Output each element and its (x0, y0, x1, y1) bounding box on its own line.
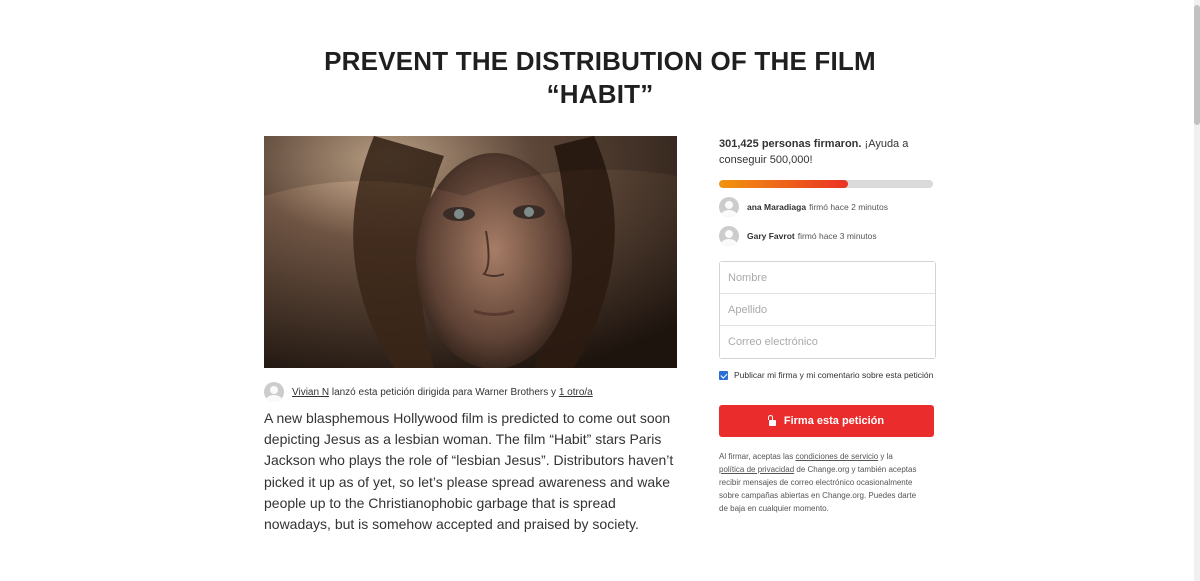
petition-hero-image (264, 136, 677, 368)
publish-checkbox[interactable] (719, 371, 728, 380)
privacy-policy-link[interactable]: política de privacidad (719, 465, 794, 474)
page-scrollbar[interactable] (1194, 0, 1200, 581)
starter-name-link[interactable]: Vivian N (292, 387, 329, 398)
scrollbar-thumb[interactable] (1194, 5, 1200, 125)
signature-panel: 301,425 personas firmaron. ¡Ayuda a cons… (719, 136, 934, 246)
recent-signer: ana Maradiaga firmó hace 2 minutos (719, 197, 934, 217)
petition-description: A new blasphemous Hollywood film is pred… (264, 410, 674, 533)
petition-title-line1: PREVENT THE DISTRIBUTION OF THE FILM (324, 46, 876, 77)
sign-petition-button[interactable]: Firma esta petición (719, 405, 934, 437)
signer-name: Gary Favrot (747, 231, 795, 241)
decision-makers-link[interactable]: 1 otro/a (559, 387, 593, 398)
sign-form (719, 261, 936, 359)
legal-notice: Al firmar, aceptas las condiciones de se… (719, 450, 919, 515)
legal-text-1: Al firmar, aceptas las (719, 452, 796, 461)
sign-button-label: Firma esta petición (783, 415, 885, 427)
signer-avatar (719, 226, 739, 246)
petition-starter: Vivian N lanzó esta petición dirigida pa… (264, 382, 694, 402)
lock-icon (768, 414, 776, 426)
signer-time: firmó hace 2 minutos (809, 202, 888, 212)
recent-signer: Gary Favrot firmó hace 3 minutos (719, 226, 934, 246)
starter-avatar (264, 382, 284, 402)
signature-progress-bar (719, 180, 933, 188)
legal-text-2: y la (878, 452, 893, 461)
signer-avatar (719, 197, 739, 217)
terms-of-service-link[interactable]: condiciones de servicio (795, 452, 878, 461)
signature-progress-fill (719, 180, 849, 188)
signature-count-bold: 301,425 personas firmaron. (719, 138, 862, 150)
publish-checkbox-label: Publicar mi firma y mi comentario sobre … (734, 370, 934, 380)
signer-time: firmó hace 3 minutos (797, 231, 877, 241)
petition-title: PREVENT THE DISTRIBUTION OF THE FILM “HA… (0, 45, 1200, 111)
signer-name: ana Maradiaga (747, 202, 807, 212)
petition-title-line2: “HABIT” (546, 79, 654, 110)
publish-option[interactable]: Publicar mi firma y mi comentario sobre … (719, 369, 934, 382)
signature-count: 301,425 personas firmaron. ¡Ayuda a cons… (719, 136, 934, 168)
email-input[interactable] (720, 326, 935, 358)
starter-text: lanzó esta petición dirigida para Warner… (329, 386, 559, 398)
first-name-input[interactable] (720, 262, 935, 294)
last-name-input[interactable] (720, 294, 935, 326)
